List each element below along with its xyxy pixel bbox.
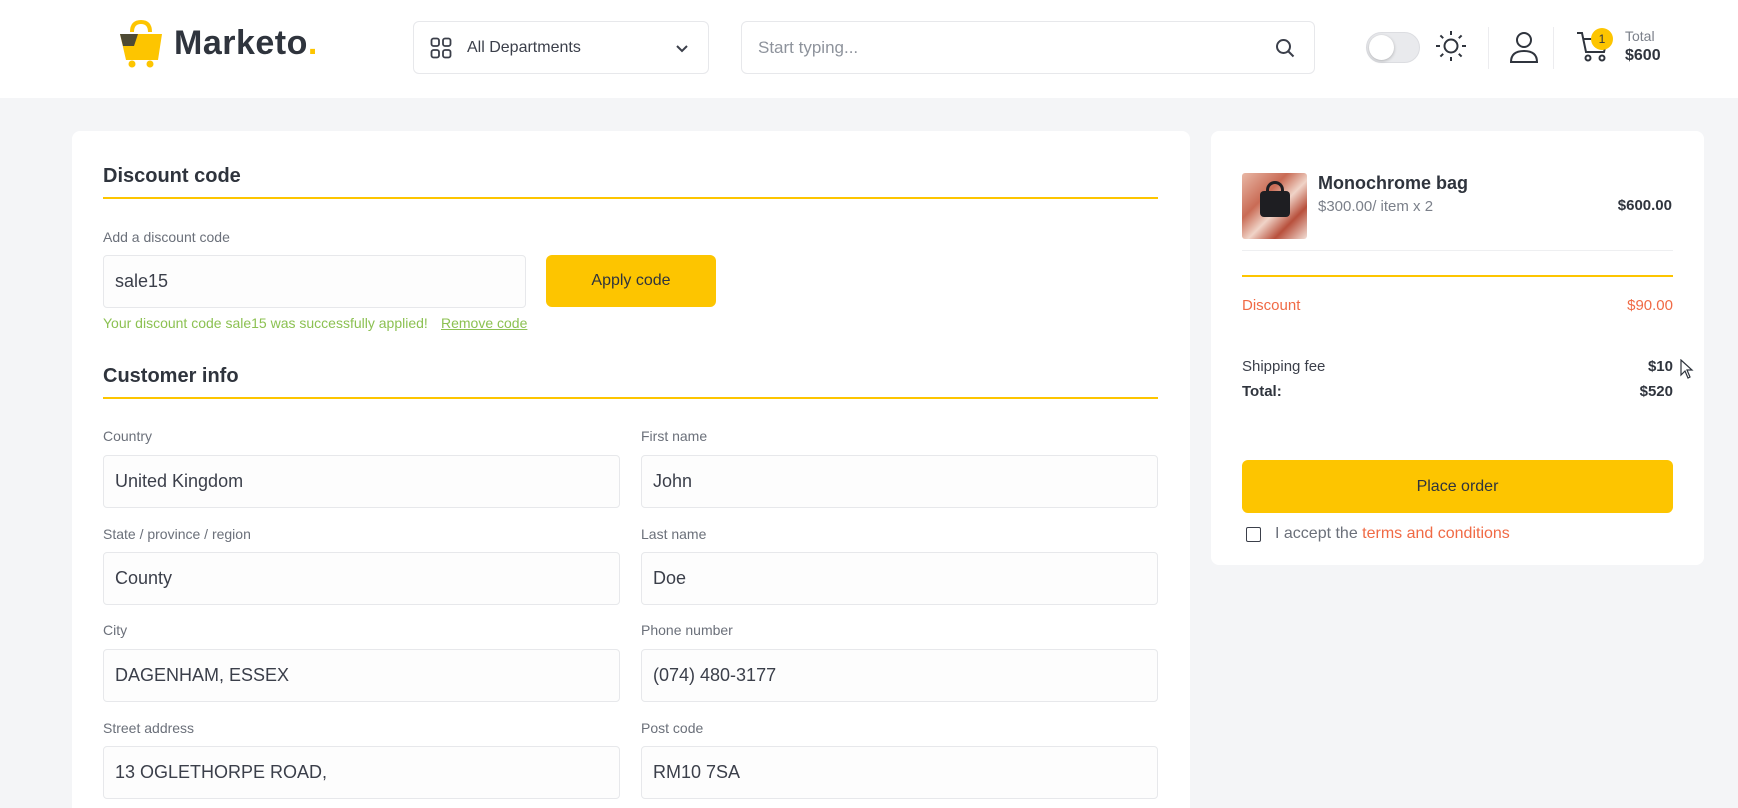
place-order-button[interactable]: Place order bbox=[1242, 460, 1673, 513]
shipping-row: Shipping fee $10 bbox=[1242, 358, 1673, 375]
discount-label: Discount bbox=[1242, 297, 1301, 314]
terms-text: I accept the terms and conditions bbox=[1275, 525, 1510, 542]
bag-body bbox=[1260, 191, 1290, 217]
summary-divider bbox=[1242, 250, 1673, 251]
street-field[interactable]: 13 OGLETHORPE ROAD, bbox=[103, 746, 620, 799]
discount-success-message: Your discount code sale15 was successful… bbox=[103, 315, 428, 331]
theme-toggle[interactable] bbox=[1366, 32, 1420, 63]
chevron-down-icon bbox=[676, 44, 688, 52]
cart-total-label: Total bbox=[1625, 28, 1655, 44]
post-code-label: Post code bbox=[641, 720, 704, 736]
street-label: Street address bbox=[103, 720, 195, 736]
departments-label: All Departments bbox=[467, 38, 581, 56]
summary-accent-divider bbox=[1242, 275, 1673, 277]
toggle-knob bbox=[1369, 35, 1394, 60]
total-label: Total: bbox=[1242, 383, 1282, 400]
cart-count-badge: 1 bbox=[1591, 28, 1613, 50]
cart-total-value: $600 bbox=[1625, 47, 1661, 64]
first-name-field[interactable]: John bbox=[641, 455, 1158, 508]
state-value: County bbox=[115, 568, 173, 588]
discount-code-value: sale15 bbox=[115, 271, 169, 291]
logo-text: Marketo. bbox=[174, 23, 318, 62]
city-value: DAGENHAM, ESSEX bbox=[115, 665, 290, 685]
customer-section-title: Customer info bbox=[103, 365, 239, 387]
discount-value: $90.00 bbox=[1627, 297, 1673, 314]
user-icon[interactable] bbox=[1509, 31, 1539, 63]
last-name-value: Doe bbox=[653, 568, 687, 588]
phone-field[interactable]: (074) 480-3177 bbox=[641, 649, 1158, 702]
product-unit-price: $300.00/ item x 2 bbox=[1318, 198, 1434, 215]
last-name-field[interactable]: Doe bbox=[641, 552, 1158, 605]
product-name[interactable]: Monochrome bag bbox=[1318, 173, 1468, 194]
section-divider bbox=[103, 397, 1158, 399]
terms-checkbox[interactable] bbox=[1246, 526, 1261, 542]
discount-field-label: Add a discount code bbox=[103, 229, 230, 245]
phone-value: (074) 480-3177 bbox=[653, 665, 777, 685]
state-field[interactable]: County bbox=[103, 552, 620, 605]
search-icon[interactable] bbox=[1274, 37, 1296, 59]
header-divider bbox=[1488, 27, 1489, 69]
discount-code-input[interactable]: sale15 bbox=[103, 255, 526, 308]
shipping-label: Shipping fee bbox=[1242, 358, 1326, 375]
country-value: United Kingdom bbox=[115, 471, 244, 491]
first-name-value: John bbox=[653, 471, 693, 491]
street-value: 13 OGLETHORPE ROAD, bbox=[115, 762, 328, 782]
section-divider bbox=[103, 197, 1158, 199]
mouse-cursor-icon bbox=[1680, 359, 1694, 379]
country-label: Country bbox=[103, 428, 153, 444]
post-code-value: RM10 7SA bbox=[653, 762, 741, 782]
post-code-field[interactable]: RM10 7SA bbox=[641, 746, 1158, 799]
sun-icon[interactable] bbox=[1434, 29, 1468, 63]
first-name-label: First name bbox=[641, 428, 708, 444]
departments-dropdown[interactable]: All Departments bbox=[413, 21, 709, 74]
search-input[interactable] bbox=[758, 37, 1274, 58]
remove-code-link[interactable]: Remove code bbox=[441, 315, 527, 331]
shipping-value: $10 bbox=[1647, 358, 1673, 375]
shopping-bag-logo-icon bbox=[120, 19, 162, 68]
grid-icon bbox=[430, 37, 452, 58]
discount-row: Discount $90.00 bbox=[1242, 297, 1673, 314]
terms-link[interactable]: terms and conditions bbox=[1362, 525, 1510, 542]
last-name-label: Last name bbox=[641, 526, 707, 542]
total-row: Total: $520 bbox=[1242, 383, 1673, 400]
logo[interactable]: Marketo. bbox=[118, 18, 318, 68]
city-label: City bbox=[103, 622, 128, 638]
discount-section-title: Discount code bbox=[103, 165, 241, 187]
phone-label: Phone number bbox=[641, 622, 733, 638]
product-line-total: $600.00 bbox=[1617, 197, 1672, 214]
site-header: Marketo. All Departments Start typing...… bbox=[0, 0, 1738, 98]
header-divider bbox=[1553, 27, 1554, 69]
country-field[interactable]: United Kingdom bbox=[103, 455, 620, 508]
state-label: State / province / region bbox=[103, 526, 251, 542]
search-bar bbox=[741, 21, 1315, 74]
apply-code-button[interactable]: Apply code bbox=[546, 255, 716, 307]
city-field[interactable]: DAGENHAM, ESSEX bbox=[103, 649, 620, 702]
product-thumbnail[interactable] bbox=[1242, 173, 1307, 239]
total-value: $520 bbox=[1639, 383, 1673, 400]
terms-acceptance: I accept the terms and conditions bbox=[1246, 525, 1510, 543]
